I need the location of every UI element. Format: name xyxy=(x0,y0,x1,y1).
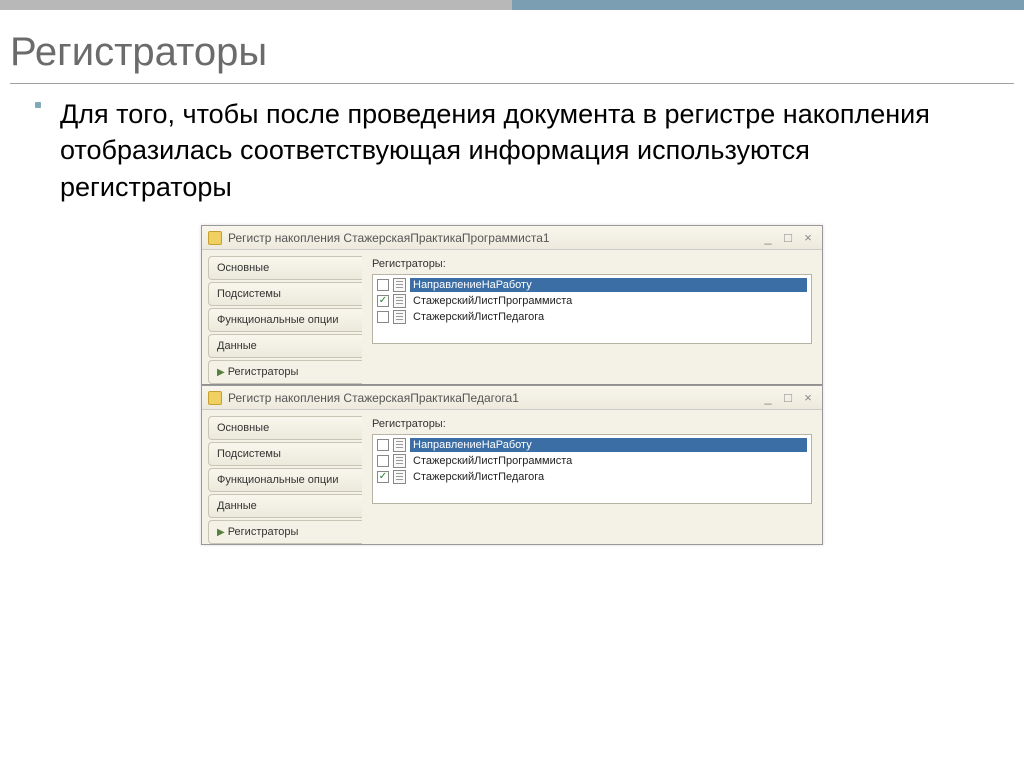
item-label: СтажерскийЛистПедагога xyxy=(410,310,807,324)
checkbox[interactable] xyxy=(377,311,389,323)
document-icon xyxy=(393,310,406,324)
tab-content: Регистраторы: НаправлениеНаРаботу Стажер… xyxy=(362,250,822,384)
item-label: НаправлениеНаРаботу xyxy=(410,278,807,292)
tab-data[interactable]: Данные xyxy=(208,494,362,518)
list-item[interactable]: НаправлениеНаРаботу xyxy=(375,437,809,453)
list-item[interactable]: НаправлениеНаРаботу xyxy=(375,277,809,293)
slide-top-border xyxy=(0,0,1024,10)
tab-main[interactable]: Основные xyxy=(208,256,362,280)
body-text-content: Для того, чтобы после проведения докумен… xyxy=(60,99,930,202)
window-title: Регистр накопления СтажерскаяПрактикаПед… xyxy=(228,391,754,405)
tab-functional-options[interactable]: Функциональные опции xyxy=(208,468,362,492)
checkbox[interactable] xyxy=(377,439,389,451)
content-label: Регистраторы: xyxy=(372,418,812,430)
tab-functional-options[interactable]: Функциональные опции xyxy=(208,308,362,332)
windows-container: Регистр накопления СтажерскаяПрактикаПро… xyxy=(201,225,823,545)
checkbox[interactable] xyxy=(377,279,389,291)
document-icon xyxy=(393,470,406,484)
tab-registrators[interactable]: ▶Регистраторы xyxy=(208,520,362,544)
list-item[interactable]: СтажерскийЛистПедагога xyxy=(375,469,809,485)
register-icon xyxy=(208,231,222,245)
tab-main[interactable]: Основные xyxy=(208,416,362,440)
registrators-list: НаправлениеНаРаботу СтажерскийЛистПрогра… xyxy=(372,274,812,344)
active-arrow-icon: ▶ xyxy=(217,367,225,378)
checkbox[interactable] xyxy=(377,471,389,483)
tab-subsystems[interactable]: Подсистемы xyxy=(208,442,362,466)
tab-registrators[interactable]: ▶Регистраторы xyxy=(208,360,362,384)
window-register-programmer: Регистр накопления СтажерскаяПрактикаПро… xyxy=(201,225,823,385)
list-item[interactable]: СтажерскийЛистПедагога xyxy=(375,309,809,325)
sidebar-tabs: Основные Подсистемы Функциональные опции… xyxy=(202,250,362,384)
checkbox[interactable] xyxy=(377,455,389,467)
active-arrow-icon: ▶ xyxy=(217,527,225,538)
list-item[interactable]: СтажерскийЛистПрограммиста xyxy=(375,293,809,309)
register-icon xyxy=(208,391,222,405)
checkbox[interactable] xyxy=(377,295,389,307)
list-item[interactable]: СтажерскийЛистПрограммиста xyxy=(375,453,809,469)
maximize-button[interactable]: □ xyxy=(780,390,796,405)
document-icon xyxy=(393,454,406,468)
slide: Регистраторы Для того, чтобы после прове… xyxy=(0,0,1024,767)
slide-heading: Регистраторы xyxy=(0,10,1024,75)
titlebar[interactable]: Регистр накопления СтажерскаяПрактикаПро… xyxy=(202,226,822,250)
titlebar[interactable]: Регистр накопления СтажерскаяПрактикаПед… xyxy=(202,386,822,410)
maximize-button[interactable]: □ xyxy=(780,230,796,245)
window-body: Основные Подсистемы Функциональные опции… xyxy=(202,250,822,384)
bullet-icon xyxy=(35,102,41,108)
slide-body: Для того, чтобы после проведения докумен… xyxy=(0,84,1024,205)
registrators-list: НаправлениеНаРаботу СтажерскийЛистПрогра… xyxy=(372,434,812,504)
document-icon xyxy=(393,438,406,452)
tab-subsystems[interactable]: Подсистемы xyxy=(208,282,362,306)
item-label: СтажерскийЛистПрограммиста xyxy=(410,294,807,308)
close-button[interactable]: × xyxy=(800,230,816,245)
window-controls: _ □ × xyxy=(760,390,816,405)
window-title: Регистр накопления СтажерскаяПрактикаПро… xyxy=(228,231,754,245)
sidebar-tabs: Основные Подсистемы Функциональные опции… xyxy=(202,410,362,544)
tab-content: Регистраторы: НаправлениеНаРаботу Стажер… xyxy=(362,410,822,544)
item-label: СтажерскийЛистПедагога xyxy=(410,470,807,484)
minimize-button[interactable]: _ xyxy=(760,230,776,245)
window-register-teacher: Регистр накопления СтажерскаяПрактикаПед… xyxy=(201,385,823,545)
close-button[interactable]: × xyxy=(800,390,816,405)
content-label: Регистраторы: xyxy=(372,258,812,270)
minimize-button[interactable]: _ xyxy=(760,390,776,405)
document-icon xyxy=(393,278,406,292)
item-label: НаправлениеНаРаботу xyxy=(410,438,807,452)
window-controls: _ □ × xyxy=(760,230,816,245)
item-label: СтажерскийЛистПрограммиста xyxy=(410,454,807,468)
document-icon xyxy=(393,294,406,308)
tab-data[interactable]: Данные xyxy=(208,334,362,358)
window-body: Основные Подсистемы Функциональные опции… xyxy=(202,410,822,544)
